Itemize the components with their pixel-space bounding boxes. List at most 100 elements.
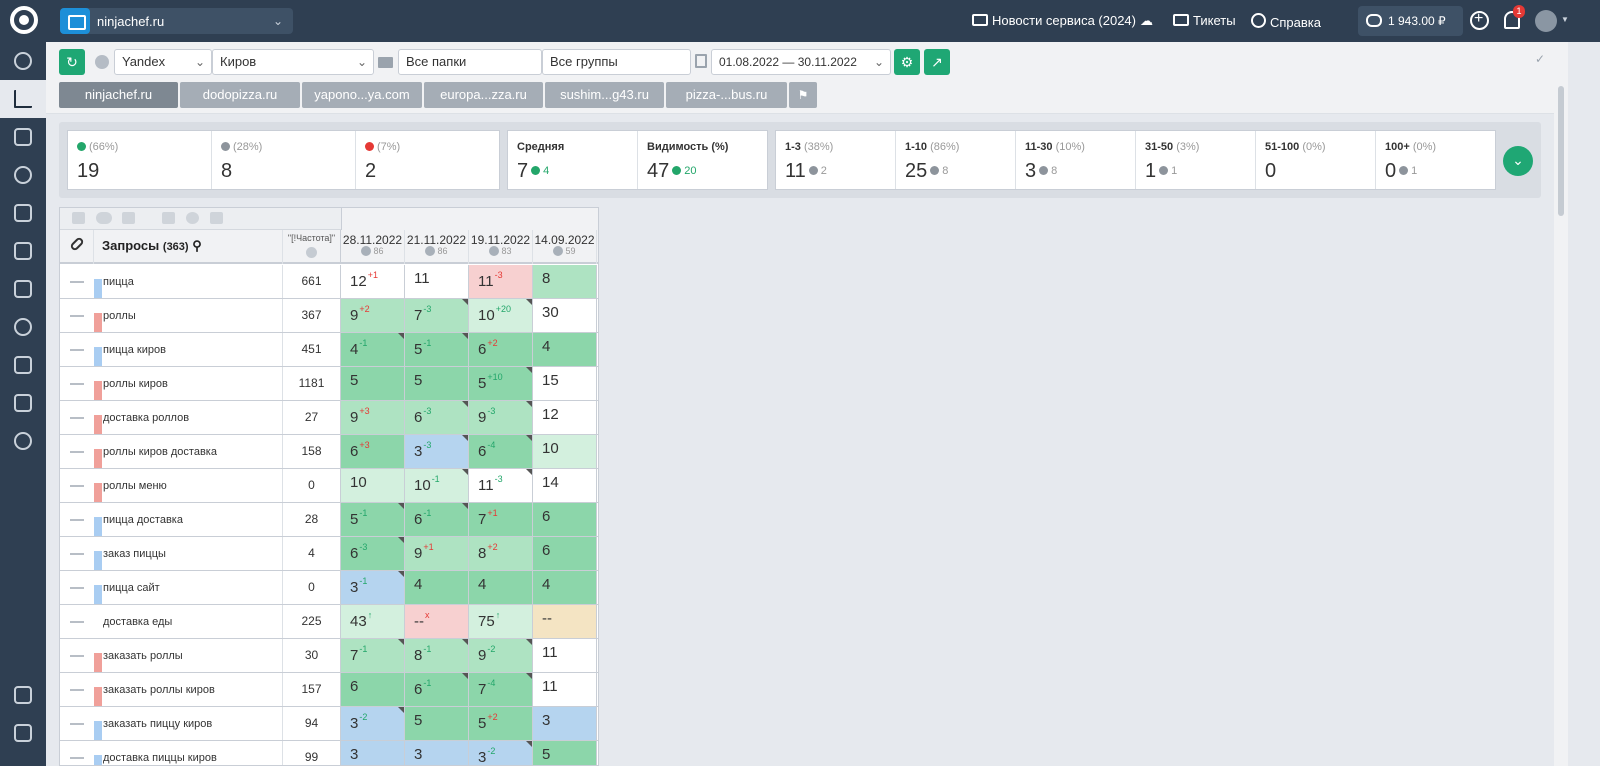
refresh-button[interactable]: ↻ <box>59 49 85 75</box>
scrollbar-thumb[interactable] <box>1558 86 1564 216</box>
position-cell[interactable]: 14 <box>533 469 597 502</box>
row-toggle[interactable] <box>60 741 94 765</box>
query-text[interactable]: пицца доставка <box>103 514 183 526</box>
expand-stats-button[interactable]: ⌄ <box>1503 146 1533 176</box>
save-icon[interactable] <box>162 212 175 224</box>
position-cell[interactable]: 3 <box>533 707 597 740</box>
position-cell[interactable]: 3-2 <box>341 707 405 740</box>
position-cell[interactable]: 9+2 <box>341 299 405 332</box>
query-text[interactable]: пицца <box>103 276 134 288</box>
position-cell[interactable]: 43↑ <box>341 605 405 638</box>
search-engine-select[interactable]: Yandex ⌄ <box>114 49 212 75</box>
position-cell[interactable]: 7-1 <box>341 639 405 672</box>
position-cell[interactable]: 8-1 <box>405 639 469 672</box>
tab-site-5[interactable]: pizza-...bus.ru <box>666 82 787 108</box>
query-text[interactable]: заказать роллы киров <box>103 684 215 696</box>
position-cell[interactable]: 12+1 <box>341 265 405 298</box>
position-cell[interactable]: 4 <box>469 571 533 604</box>
tab-site-3[interactable]: europa...zza.ru <box>424 82 543 108</box>
add-icon[interactable] <box>1470 10 1489 30</box>
position-cell[interactable]: 3-1 <box>341 571 405 604</box>
position-cell[interactable]: 6 <box>533 537 597 570</box>
folders-select[interactable]: Все папки <box>398 49 542 75</box>
stat-range-100-plus[interactable]: 100+ (0%) 0 1 <box>1376 131 1496 189</box>
sidebar-item-analytics[interactable] <box>0 194 46 232</box>
tab-site-4[interactable]: sushim...g43.ru <box>545 82 664 108</box>
position-cell[interactable]: 6+3 <box>341 435 405 468</box>
query-text[interactable]: пицца сайт <box>103 582 160 594</box>
chevron-down-icon[interactable]: ▼ <box>1561 15 1569 24</box>
table-row[interactable]: роллы киров доставка 158 6+3 3-3 6-4 10 <box>60 435 598 469</box>
row-toggle[interactable] <box>60 265 94 298</box>
eye-icon[interactable] <box>96 212 112 224</box>
table-row[interactable]: пицца доставка 28 5-1 6-1 7+1 6 <box>60 503 598 537</box>
tab-site-0[interactable]: ninjachef.ru <box>59 82 178 108</box>
stat-visibility[interactable]: Видимость (%) 47 20 <box>638 131 768 189</box>
position-cell[interactable]: 6-4 <box>469 435 533 468</box>
position-cell[interactable]: 4 <box>405 571 469 604</box>
position-cell[interactable]: 9-3 <box>469 401 533 434</box>
position-cell[interactable]: 7+1 <box>469 503 533 536</box>
groups-select[interactable]: Все группы <box>542 49 691 75</box>
sidebar-item-monitor[interactable] <box>0 346 46 384</box>
position-cell[interactable]: 6 <box>341 673 405 706</box>
sidebar-item-audit[interactable] <box>0 118 46 156</box>
row-toggle[interactable] <box>60 503 94 536</box>
position-cell[interactable]: 6 <box>533 503 597 536</box>
position-cell[interactable]: 6-3 <box>405 401 469 434</box>
position-cell[interactable]: 12 <box>533 401 597 434</box>
position-cell[interactable]: --x <box>405 605 469 638</box>
position-cell[interactable]: 5+10 <box>469 367 533 400</box>
table-row[interactable]: пицца киров 451 4-1 5-1 6+2 4 <box>60 333 598 367</box>
table-row[interactable]: роллы 367 9+2 7-3 10+20 30 <box>60 299 598 333</box>
balance-button[interactable]: 1 943.00 ₽ <box>1358 6 1463 36</box>
position-cell[interactable]: 5-1 <box>341 503 405 536</box>
position-cell[interactable]: 9+3 <box>341 401 405 434</box>
contrast-icon[interactable] <box>186 212 199 224</box>
position-cell[interactable]: 5 <box>405 367 469 400</box>
row-toggle[interactable] <box>60 401 94 434</box>
position-cell[interactable]: 10+20 <box>469 299 533 332</box>
row-toggle[interactable] <box>60 367 94 400</box>
stat-range-1-10[interactable]: 1-10 (86%) 25 8 <box>896 131 1016 189</box>
row-toggle[interactable] <box>60 469 94 502</box>
help-link[interactable]: Справка <box>1251 13 1321 30</box>
flag-icon[interactable]: ⚑ <box>789 82 817 108</box>
position-cell[interactable]: 8+2 <box>469 537 533 570</box>
stat-up[interactable]: (66%) 19 <box>68 131 212 189</box>
settings-button[interactable]: ⚙ <box>894 49 920 75</box>
table-row[interactable]: доставка роллов 27 9+3 6-3 9-3 12 <box>60 401 598 435</box>
position-cell[interactable]: 6-3 <box>341 537 405 570</box>
position-cell[interactable]: 11 <box>405 265 469 298</box>
query-text[interactable]: роллы киров доставка <box>103 446 217 458</box>
date-column-header[interactable]: 21.11.2022 86 <box>405 230 469 264</box>
project-selector[interactable]: ninjachef.ru ⌄ <box>60 8 293 34</box>
position-cell[interactable]: 7-4 <box>469 673 533 706</box>
frequency-header[interactable]: "[!Частота]" <box>282 230 341 264</box>
table-row[interactable]: заказать пиццу киров 94 3-2 5 5+2 3 <box>60 707 598 741</box>
sidebar-item-competitors[interactable] <box>0 156 46 194</box>
date-column-header[interactable]: 14.09.2022 59 <box>533 230 597 264</box>
date-column-header[interactable]: 19.11.2022 83 <box>469 230 533 264</box>
position-cell[interactable]: 6-1 <box>405 503 469 536</box>
position-cell[interactable]: 8 <box>533 265 597 298</box>
stat-same[interactable]: (28%) 8 <box>212 131 356 189</box>
query-text[interactable]: роллы <box>103 310 136 322</box>
position-cell[interactable]: 4 <box>533 333 597 366</box>
stat-down[interactable]: (7%) 2 <box>356 131 500 189</box>
table-row[interactable]: роллы меню 0 10 10-1 11-3 14 <box>60 469 598 503</box>
link-column-header[interactable] <box>60 230 94 264</box>
position-cell[interactable]: 11 <box>533 673 597 706</box>
table-row[interactable]: доставка еды 225 43↑ --x 75↑ -- <box>60 605 598 639</box>
position-cell[interactable]: 11-3 <box>469 265 533 298</box>
position-cell[interactable]: 5+2 <box>469 707 533 740</box>
position-cell[interactable]: 5 <box>341 367 405 400</box>
position-cell[interactable]: 6+2 <box>469 333 533 366</box>
query-text[interactable]: заказать роллы <box>103 650 183 662</box>
position-cell[interactable]: -- <box>533 605 597 638</box>
avatar[interactable] <box>1535 10 1557 32</box>
table-row[interactable]: пицца 661 12+1 11 11-3 8 <box>60 265 598 299</box>
query-text[interactable]: заказать пиццу киров <box>103 718 212 730</box>
sidebar-item-logout[interactable] <box>0 676 46 714</box>
row-toggle[interactable] <box>60 435 94 468</box>
